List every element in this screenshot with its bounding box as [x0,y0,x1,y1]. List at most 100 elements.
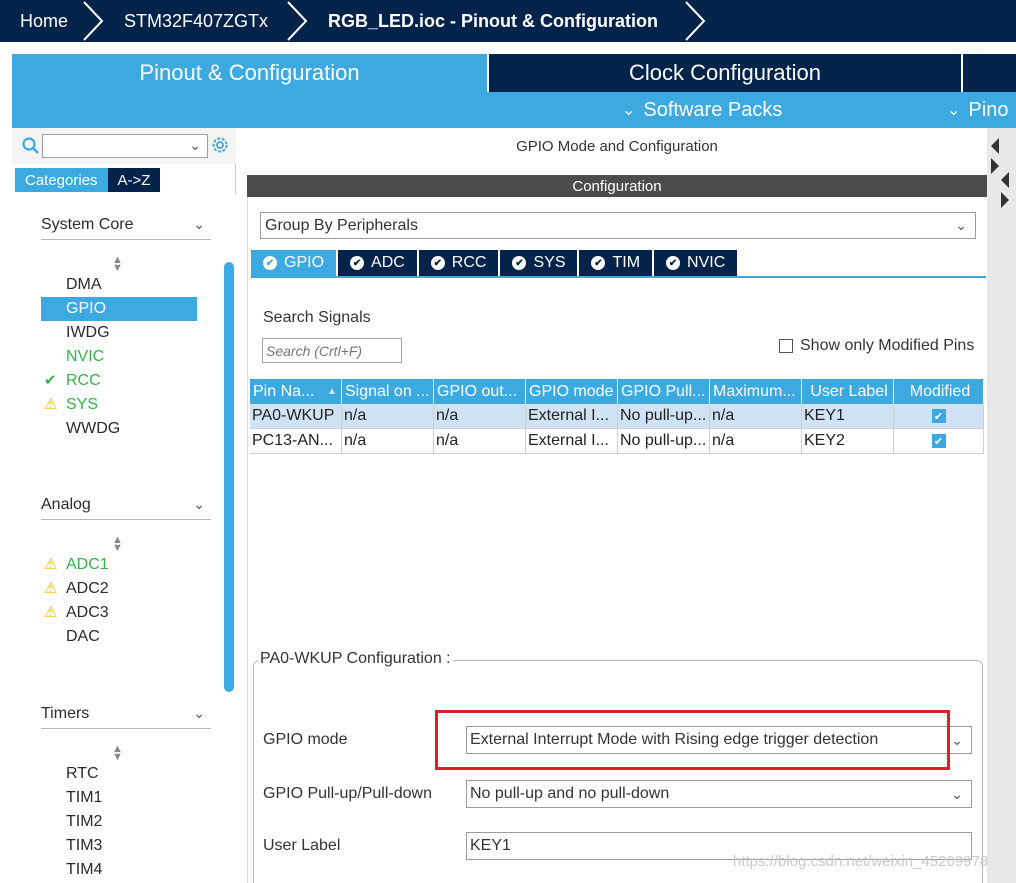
cell-signal: n/a [342,429,434,454]
category-item-adc3[interactable]: ⚠ ADC3 [41,601,197,625]
category-label: TIM3 [66,837,103,854]
group-by-select[interactable]: Group By Peripherals ⌄ [260,212,976,239]
breadcrumb-mcu-label: STM32F407ZGTx [124,10,269,31]
tab-a-z[interactable]: A->Z [107,168,161,192]
gpio-pull-select[interactable]: No pull-up and no pull-down ⌄ [466,780,972,808]
sub-toolbar: ⌄ Software Packs ⌄ Pino [12,92,1016,128]
pinout-menu[interactable]: ⌄ Pino [947,92,1008,128]
category-item-sys[interactable]: ⚠ SYS [41,393,197,417]
category-item-nvic[interactable]: NVIC [41,345,197,369]
category-item-tim1[interactable]: TIM1 [41,786,197,810]
cell-signal: n/a [342,404,434,429]
tab-categories[interactable]: Categories [15,168,108,192]
column-header-pin-name[interactable]: Pin Na... ▲ [250,379,342,404]
category-search-input[interactable]: ⌄ [42,134,208,158]
breadcrumb-mcu[interactable]: STM32F407ZGTx [106,0,310,42]
tab-adc[interactable]: ✔ ADC [338,250,417,276]
tab-clock-configuration[interactable]: Clock Configuration [489,54,961,92]
section-system-core[interactable]: System Core ⌄ [41,210,211,240]
cell-gpio-mode: External I... [526,404,618,429]
highlight-annotation-box [435,710,950,770]
section-title: System Core [41,215,134,233]
sort-icon[interactable]: ▲ ▼ [112,255,123,274]
tab-more[interactable] [963,54,1016,92]
cell-gpio-output: n/a [434,429,526,454]
tab-tim[interactable]: ✔ TIM [579,250,653,276]
cell-gpio-pull: No pull-up... [618,404,710,429]
chevron-down-icon: ⌄ [947,102,961,119]
gpio-pin-table: Pin Na... ▲ Signal on ... GPIO out... GPI… [250,379,984,454]
search-icon[interactable] [22,137,40,155]
chevron-down-icon: ⌄ [189,137,201,153]
chevron-down-icon: ⌄ [193,216,205,232]
check-circle-icon: ✔ [350,256,365,270]
category-item-rcc[interactable]: ✔ RCC [41,369,197,393]
software-packs-menu[interactable]: ⌄ Software Packs [622,92,782,128]
user-label-value: KEY1 [470,837,511,854]
column-header-gpio-output[interactable]: GPIO out... [434,379,526,404]
check-circle-icon: ✔ [512,256,527,270]
category-label: IWDG [66,324,110,341]
tab-sys[interactable]: ✔ SYS [500,250,578,276]
category-scrollbar[interactable] [224,262,234,692]
check-circle-icon: ✔ [591,256,606,270]
column-header-user-label[interactable]: User Label [802,379,894,404]
category-label: DAC [66,628,100,645]
category-label: TIM2 [66,813,103,830]
category-item-dac[interactable]: DAC [41,625,197,649]
section-analog[interactable]: Analog ⌄ [41,490,211,520]
category-label: WWDG [66,420,121,437]
breadcrumb-chevron-icon [287,1,308,41]
tab-gpio[interactable]: ✔ GPIO [251,250,337,276]
check-circle-icon: ✔ [430,256,445,270]
category-item-tim4[interactable]: TIM4 [41,858,197,882]
gear-icon[interactable] [210,135,230,155]
tab-nvic[interactable]: ✔ NVIC [654,250,738,276]
category-item-dma[interactable]: DMA [41,273,197,297]
cell-max-speed: n/a [710,429,802,454]
category-item-tim3[interactable]: TIM3 [41,834,197,858]
sort-icon: ▲ [327,386,337,397]
pin-configuration-legend: PA0-WKUP Configuration : [258,650,453,668]
column-header-modified[interactable]: Modified [894,379,984,404]
column-header-gpio-mode[interactable]: GPIO mode [526,379,618,404]
watermark: https://blog.csdn.net/weixin_45209978 [733,853,989,870]
search-signals-input[interactable] [262,338,402,363]
tab-label: GPIO [284,254,325,271]
breadcrumb-project[interactable]: RGB_LED.ioc - Pinout & Configuration [310,0,708,42]
sort-icon[interactable]: ▲ ▼ [112,535,123,554]
tab-pinout-configuration[interactable]: Pinout & Configuration [12,54,487,92]
breadcrumb-chevron-icon [83,1,104,41]
show-modified-checkbox[interactable] [779,339,793,353]
user-label-label: User Label [263,837,341,854]
cell-pin-name: PC13-AN... [250,429,342,454]
stm32cubemx-window: Home STM32F407ZGTx RGB_LED.ioc - Pinout … [0,0,1016,883]
category-item-adc2[interactable]: ⚠ ADC2 [41,577,197,601]
column-header-gpio-pull[interactable]: GPIO Pull... [618,379,710,404]
category-item-wwdg[interactable]: WWDG [41,417,197,441]
category-label: DMA [66,276,102,293]
mode-config-header: GPIO Mode and Configuration [247,128,987,164]
check-circle-icon: ✔ [263,256,277,270]
table-row[interactable]: PC13-AN... n/a n/a External I... No pull… [250,429,984,454]
category-tabs: Categories A->Z [15,168,161,192]
section-title: Timers [41,704,90,722]
category-item-adc1[interactable]: ⚠ ADC1 [41,553,197,577]
section-timers[interactable]: Timers ⌄ [41,699,211,729]
collapse-arrow-icon[interactable] [999,168,1011,208]
category-item-gpio[interactable]: GPIO [41,297,197,321]
modified-checkbox[interactable]: ✔ [931,434,946,448]
sort-icon[interactable]: ▲ ▼ [112,744,123,763]
breadcrumb-chevron-icon [685,1,706,41]
column-header-signal[interactable]: Signal on ... [342,379,434,404]
gpio-mode-label: GPIO mode [263,731,348,748]
tab-rcc[interactable]: ✔ RCC [418,250,499,276]
category-item-rtc[interactable]: RTC [41,762,197,786]
chevron-down-icon: ⌄ [951,731,963,748]
column-header-max-speed[interactable]: Maximum... [710,379,802,404]
modified-checkbox[interactable]: ✔ [931,409,946,423]
category-item-iwdg[interactable]: IWDG [41,321,197,345]
category-item-tim2[interactable]: TIM2 [41,810,197,834]
table-row[interactable]: PA0-WKUP n/a n/a External I... No pull-u… [250,404,984,429]
breadcrumb-home[interactable]: Home [0,0,106,42]
